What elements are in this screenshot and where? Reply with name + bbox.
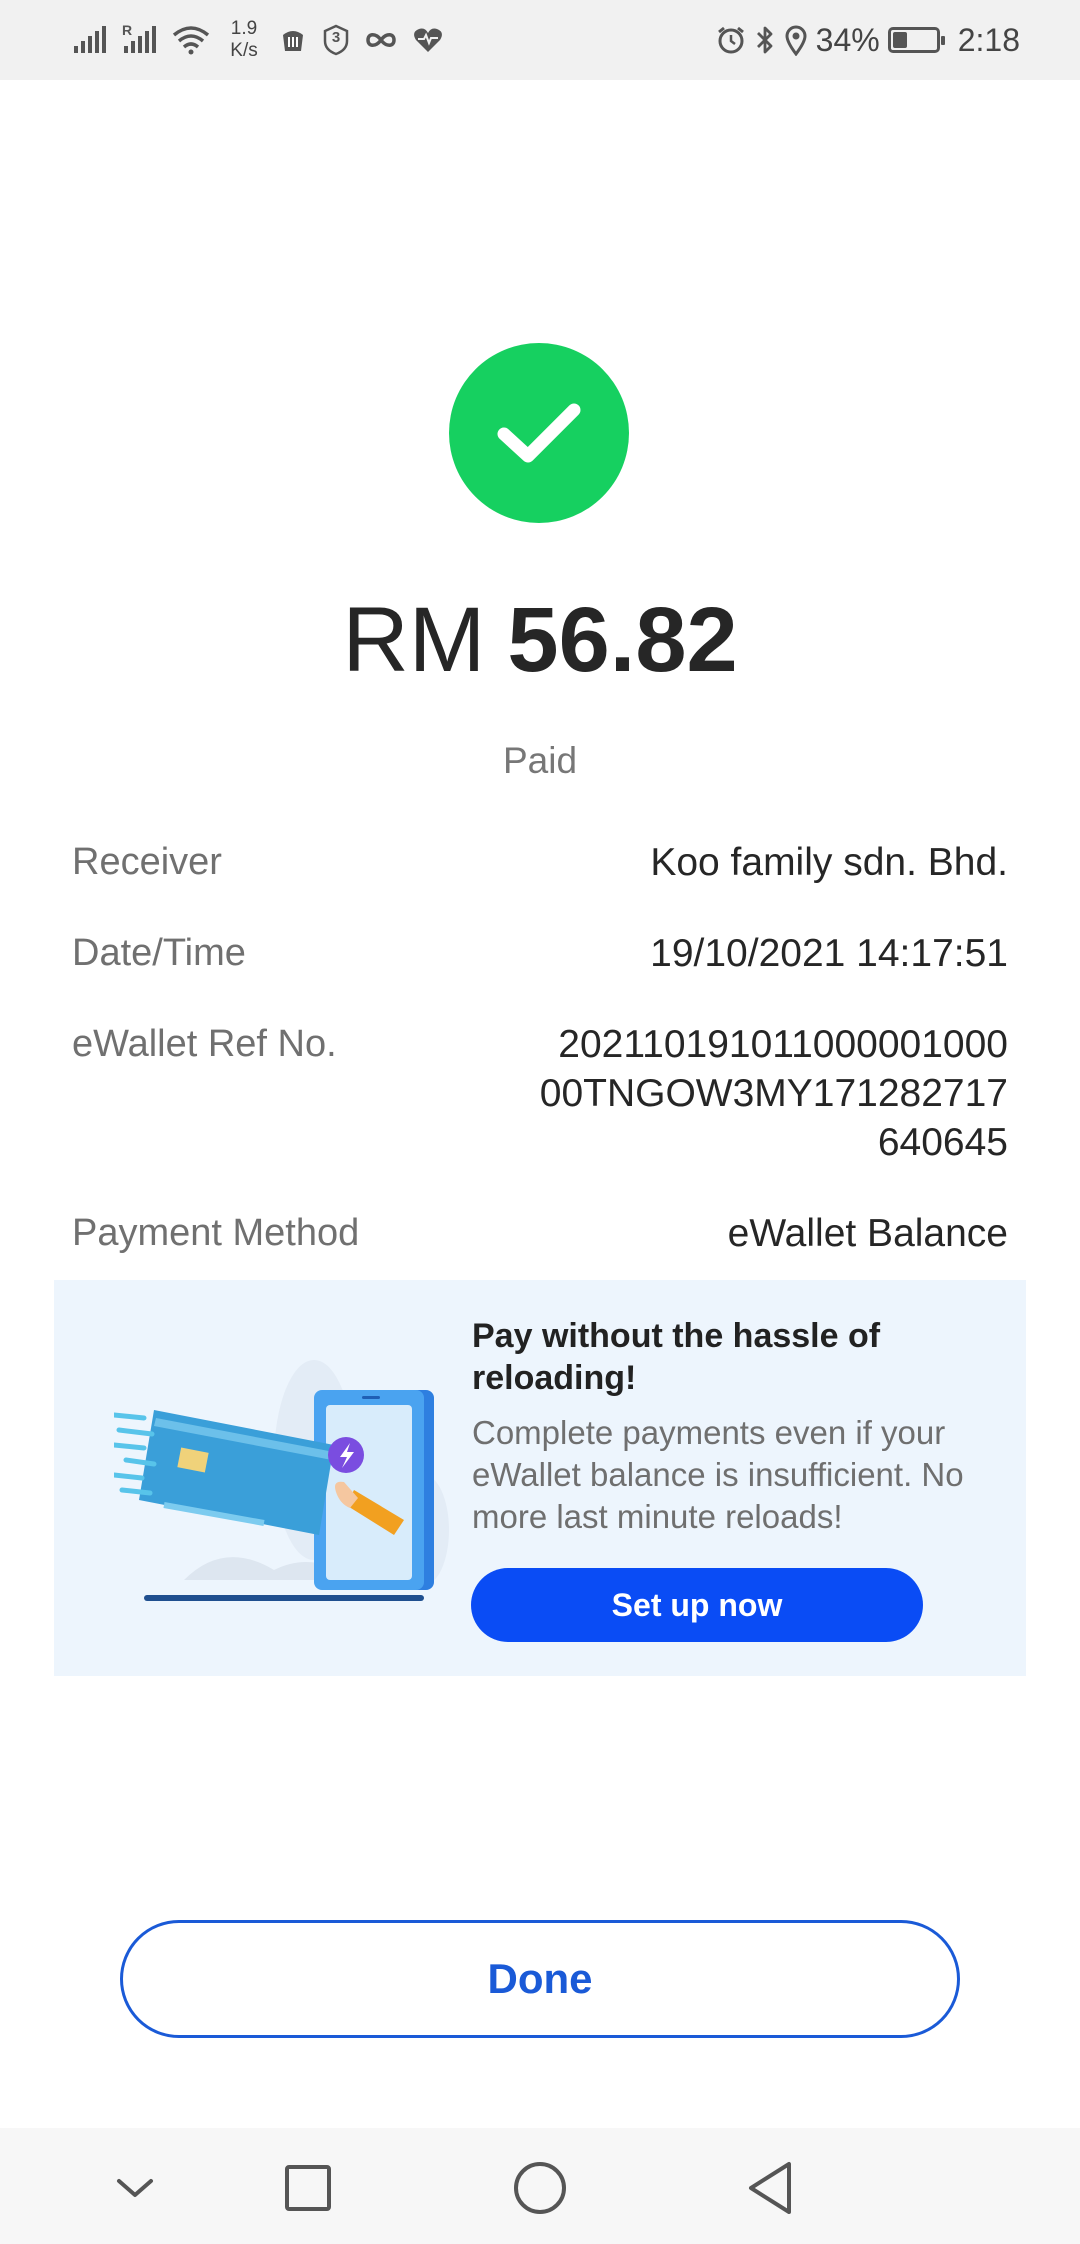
recents-square-icon[interactable]: [278, 2158, 338, 2218]
datetime-label: Date/Time: [72, 932, 246, 974]
payment-amount: RM 56.82: [0, 585, 1080, 695]
battery-fill: [892, 32, 907, 48]
detail-row-ref-no: eWallet Ref No. 20211019101100000100000T…: [72, 1020, 1008, 1167]
roaming-label: R: [122, 22, 133, 38]
payment-status: Paid: [502, 740, 578, 781]
receiver-label: Receiver: [72, 841, 222, 883]
detail-row-payment-method: Payment Method eWallet Balance: [72, 1209, 1008, 1258]
promo-card: Pay without the hassle of reloading! Com…: [54, 1280, 1026, 1676]
ref-no-value: 20211019101100000100000TNGOW3MY171282717…: [539, 1023, 1008, 1164]
transaction-details: Receiver Koo family sdn. Bhd. Date/Time …: [72, 838, 1008, 1300]
currency-label: RM: [342, 589, 486, 691]
location-icon: [784, 24, 808, 56]
chevron-down-icon[interactable]: [105, 2158, 165, 2218]
status-bar: R 1.9 K/s 3 34% 2:18: [0, 0, 1080, 80]
check-circle-icon: [449, 343, 629, 523]
infinity-icon: [364, 30, 398, 50]
alarm-icon: [716, 25, 746, 55]
heart-pulse-icon: [412, 26, 444, 54]
done-button[interactable]: Done: [120, 1920, 960, 2038]
battery-percent: 34%: [815, 21, 880, 58]
shield-badge-icon: 3: [322, 24, 350, 56]
wifi-icon: [172, 25, 210, 55]
signal-roaming-icon: R: [122, 22, 158, 54]
detail-row-datetime: Date/Time 19/10/2021 14:17:51: [72, 929, 1008, 978]
clock-time: 2:18: [957, 21, 1020, 58]
home-circle-icon[interactable]: [510, 2158, 570, 2218]
battery-icon: [887, 27, 945, 53]
network-speed: 1.9 K/s: [224, 18, 264, 62]
bluetooth-icon: [754, 24, 776, 56]
network-speed-unit: K/s: [230, 40, 258, 61]
datetime-value: 19/10/2021 14:17:51: [650, 932, 1008, 975]
system-nav-bar: [0, 2128, 1080, 2244]
amount-value: 56.82: [507, 589, 738, 691]
signal-icon: [72, 26, 108, 54]
promo-description: Complete payments even if your eWallet b…: [472, 1414, 964, 1535]
payment-method-value: eWallet Balance: [727, 1212, 1008, 1255]
receiver-value: Koo family sdn. Bhd.: [650, 841, 1008, 884]
set-up-now-button[interactable]: Set up now: [471, 1568, 923, 1642]
back-triangle-icon[interactable]: [740, 2158, 800, 2218]
card-phone-illustration: [111, 1340, 474, 1630]
payment-method-label: Payment Method: [72, 1212, 360, 1254]
promo-title: Pay without the hassle of reloading!: [472, 1317, 881, 1397]
detail-row-receiver: Receiver Koo family sdn. Bhd.: [72, 838, 1008, 887]
network-speed-value: 1.9: [230, 18, 258, 39]
app-icon: [278, 25, 308, 55]
shield-badge-number: 3: [331, 29, 341, 46]
ref-no-label: eWallet Ref No.: [72, 1023, 337, 1065]
